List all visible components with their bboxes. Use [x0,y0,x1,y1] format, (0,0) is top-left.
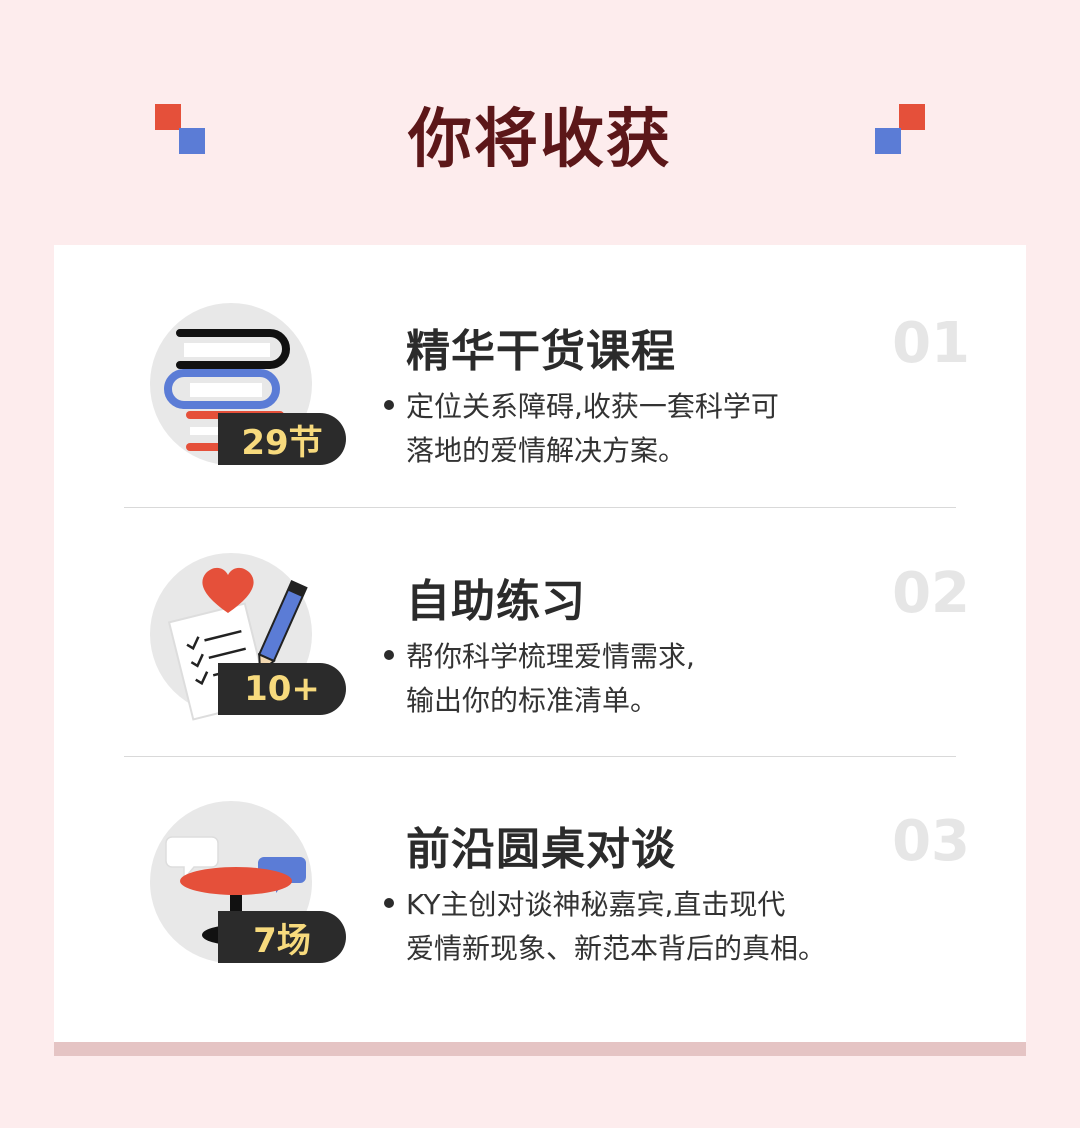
item-number: 01 [892,311,970,376]
item-number: 03 [892,809,970,874]
count-badge: 10+ [218,663,346,715]
item-description: 定位关系障碍,收获一套科学可 落地的爱情解决方案。 [406,385,906,473]
benefit-item-exercises: 10+ 自助练习 02 帮你科学梳理爱情需求, 输出你的标准清单。 [54,495,1026,745]
item-title: 前沿圆桌对谈 [406,824,676,875]
bullet-dot [384,650,394,660]
card-shadow [54,1040,1026,1056]
item-description: KY主创对谈神秘嘉宾,直击现代 爱情新现象、新范本背后的真相。 [406,883,906,971]
description-line: 爱情新现象、新范本背后的真相。 [406,932,827,965]
count-badge: 29节 [218,413,346,465]
item-title: 精华干货课程 [406,326,676,377]
count-badge: 7场 [218,911,346,963]
description-line: KY主创对谈神秘嘉宾,直击现代 [406,888,786,921]
item-title: 自助练习 [406,576,586,627]
description-line: 输出你的标准清单。 [406,684,659,717]
benefits-card: 29节 精华干货课程 01 定位关系障碍,收获一套科学可 落地的爱情解决方案。 [54,245,1026,1042]
bullet-dot [384,400,394,410]
description-line: 定位关系障碍,收获一套科学可 [406,390,779,423]
benefit-item-courses: 29节 精华干货课程 01 定位关系障碍,收获一套科学可 落地的爱情解决方案。 [54,245,1026,495]
item-number: 02 [892,561,970,626]
bullet-dot [384,898,394,908]
description-line: 落地的爱情解决方案。 [406,434,687,467]
description-line: 帮你科学梳理爱情需求, [406,640,695,673]
item-description: 帮你科学梳理爱情需求, 输出你的标准清单。 [406,635,906,723]
benefit-item-roundtable: 7场 前沿圆桌对谈 03 KY主创对谈神秘嘉宾,直击现代 爱情新现象、新范本背后… [54,743,1026,993]
page-title: 你将收获 [408,103,672,177]
